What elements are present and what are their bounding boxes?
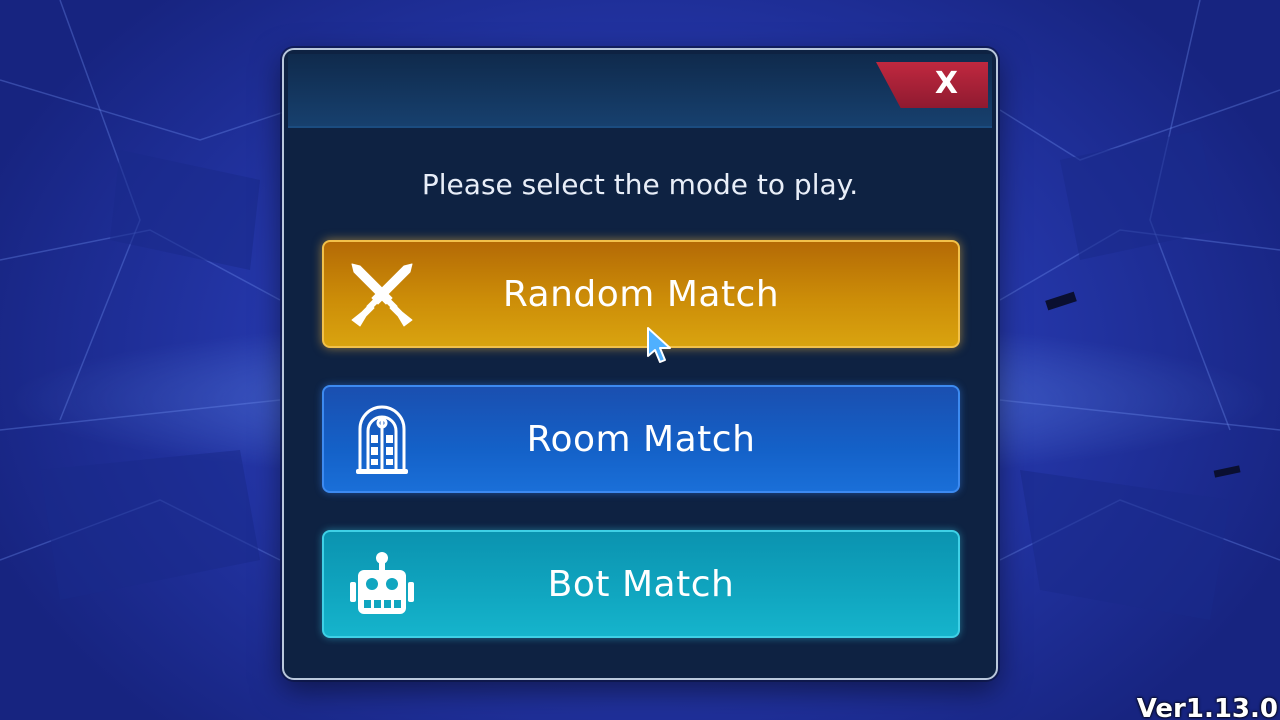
- bot-match-label: Bot Match: [547, 563, 735, 605]
- close-button[interactable]: X: [876, 62, 988, 108]
- version-label: Ver1.13.0: [1136, 694, 1278, 720]
- dialog-prompt: Please select the mode to play.: [421, 168, 859, 201]
- random-match-label: Random Match: [502, 273, 780, 315]
- dialog-header: X: [288, 54, 992, 128]
- mouse-cursor-icon: [647, 327, 671, 363]
- bot-match-button[interactable]: Bot Match: [322, 530, 960, 638]
- room-match-label: Room Match: [526, 418, 756, 460]
- mode-select-dialog: X Please select the mode to play. Random…: [282, 48, 998, 680]
- random-match-button[interactable]: Random Match: [322, 240, 960, 348]
- room-match-button[interactable]: Room Match: [322, 385, 960, 493]
- close-icon: X: [934, 66, 958, 101]
